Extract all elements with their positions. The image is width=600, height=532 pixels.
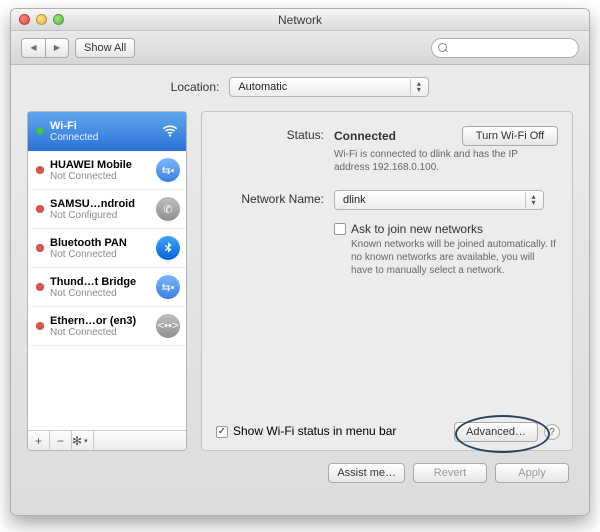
search-icon [438,43,447,53]
network-name-select[interactable]: dlink ▴▾ [334,190,544,210]
turn-wifi-off-button[interactable]: Turn Wi-Fi Off [462,126,558,146]
nav-group: ◀ ▶ [21,38,69,58]
status-dot-icon [36,127,44,135]
location-value: Automatic [238,81,287,93]
sidebar-item-samsung[interactable]: SAMSU…ndroid Not Configured ✆ [28,190,186,229]
location-select[interactable]: Automatic ▴▾ [229,77,429,97]
sidebar-item-ethernet[interactable]: Ethern…or (en3) Not Connected <••> [28,307,186,346]
interface-status: Connected [50,132,154,143]
network-preferences-window: Network ◀ ▶ Show All Location: Automatic… [10,8,590,516]
close-icon[interactable] [19,14,30,25]
location-row: Location: Automatic ▴▾ [27,77,573,97]
updown-icon: ▴▾ [525,192,541,208]
ethernet-icon: <••> [156,314,180,338]
help-button[interactable]: ? [544,424,560,440]
show-all-button[interactable]: Show All [75,38,135,58]
sidebar-item-wifi[interactable]: Wi-Fi Connected [28,112,186,151]
status-label: Status: [216,126,324,174]
chevron-left-icon: ◀ [30,43,36,52]
interface-status: Not Connected [50,171,150,182]
ask-to-join-description: Known networks will be joined automatica… [351,238,558,277]
interface-name: Ethern…or (en3) [50,315,150,327]
sidebar-item-bluetooth[interactable]: Bluetooth PAN Not Connected [28,229,186,268]
interface-detail: Status: Connected Turn Wi-Fi Off Wi-Fi i… [201,111,573,451]
search-field[interactable] [431,38,579,58]
footer-buttons: Assist me… Revert Apply [27,463,573,483]
interface-name: Thund…t Bridge [50,276,150,288]
chevron-down-icon: ▾ [84,437,88,445]
interface-name: Wi-Fi [50,120,154,132]
sidebar-item-thunderbolt[interactable]: Thund…t Bridge Not Connected ⇆• [28,268,186,307]
minimize-icon[interactable] [36,14,47,25]
show-in-menubar-checkbox[interactable]: Show Wi-Fi status in menu bar [216,424,396,438]
interface-status: Not Connected [50,249,150,260]
network-name-value: dlink [343,194,366,206]
window-controls [11,14,64,25]
sidebar-item-huawei[interactable]: HUAWEI Mobile Not Connected ⇆• [28,151,186,190]
sync-icon: ⇆• [156,275,180,299]
status-dot-icon [36,244,44,252]
interface-status: Not Connected [50,327,150,338]
actions-menu-button[interactable]: ✻ ▾ [72,431,94,450]
zoom-icon[interactable] [53,14,64,25]
wifi-icon [160,121,180,141]
phone-icon: ✆ [156,197,180,221]
ask-to-join-label: Ask to join new networks [351,222,483,236]
interfaces-sidebar: Wi-Fi Connected HUAWEI Mobile Not Connec… [27,111,187,451]
interface-name: Bluetooth PAN [50,237,150,249]
ask-to-join-checkbox[interactable]: Ask to join new networks [334,222,558,236]
add-interface-button[interactable]: + [28,431,50,450]
chevron-right-icon: ▶ [54,43,60,52]
toolbar: ◀ ▶ Show All [11,31,589,65]
interface-status: Not Connected [50,288,150,299]
checkbox-icon [334,223,346,235]
interface-name: HUAWEI Mobile [50,159,150,171]
titlebar: Network [11,9,589,31]
back-button[interactable]: ◀ [21,38,45,58]
status-dot-icon [36,205,44,213]
sync-icon: ⇆• [156,158,180,182]
status-description: Wi-Fi is connected to dlink and has the … [334,148,544,174]
search-input[interactable] [451,42,572,54]
forward-button[interactable]: ▶ [45,38,69,58]
bluetooth-icon [156,236,180,260]
interface-status: Not Configured [50,210,150,221]
network-name-label: Network Name: [216,190,324,210]
window-title: Network [11,13,589,27]
advanced-button[interactable]: Advanced… [454,422,538,442]
assist-me-button[interactable]: Assist me… [328,463,405,483]
status-dot-icon [36,166,44,174]
revert-button[interactable]: Revert [413,463,487,483]
status-value: Connected [334,129,396,143]
sidebar-footer: + − ✻ ▾ [28,430,186,450]
location-label: Location: [171,80,220,94]
checkbox-icon [216,426,228,438]
interfaces-list: Wi-Fi Connected HUAWEI Mobile Not Connec… [28,112,186,430]
interface-name: SAMSU…ndroid [50,198,150,210]
status-dot-icon [36,322,44,330]
content: Location: Automatic ▴▾ Wi-Fi Connected [11,65,589,497]
remove-interface-button[interactable]: − [50,431,72,450]
updown-icon: ▴▾ [410,79,426,95]
gear-icon: ✻ [72,434,82,448]
status-dot-icon [36,283,44,291]
show-in-menubar-label: Show Wi-Fi status in menu bar [233,424,396,438]
apply-button[interactable]: Apply [495,463,569,483]
